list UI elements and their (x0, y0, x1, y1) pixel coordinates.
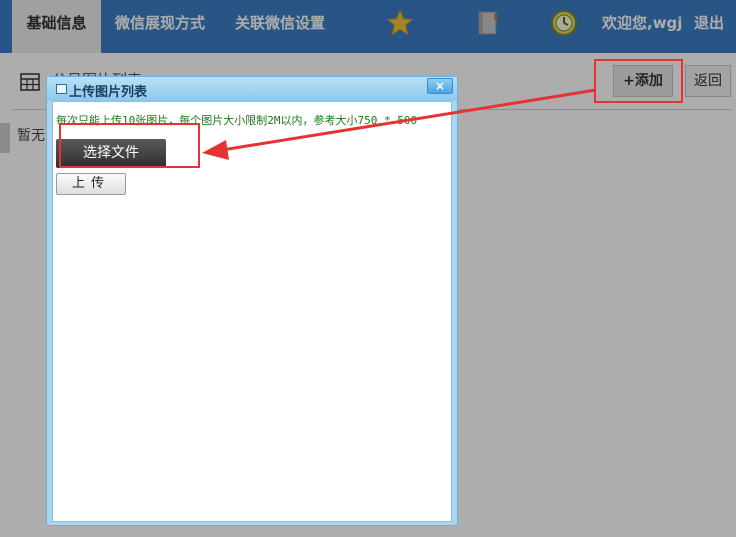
dialog-titlebar[interactable]: 上传图片列表 × (47, 77, 457, 101)
annotation-box-add (594, 59, 683, 103)
upload-button[interactable]: 上传 (56, 173, 126, 195)
dialog-title: 上传图片列表 (69, 85, 148, 100)
window-icon (56, 84, 67, 94)
annotation-box-choose-file (59, 123, 200, 168)
close-button[interactable]: × (427, 78, 453, 94)
